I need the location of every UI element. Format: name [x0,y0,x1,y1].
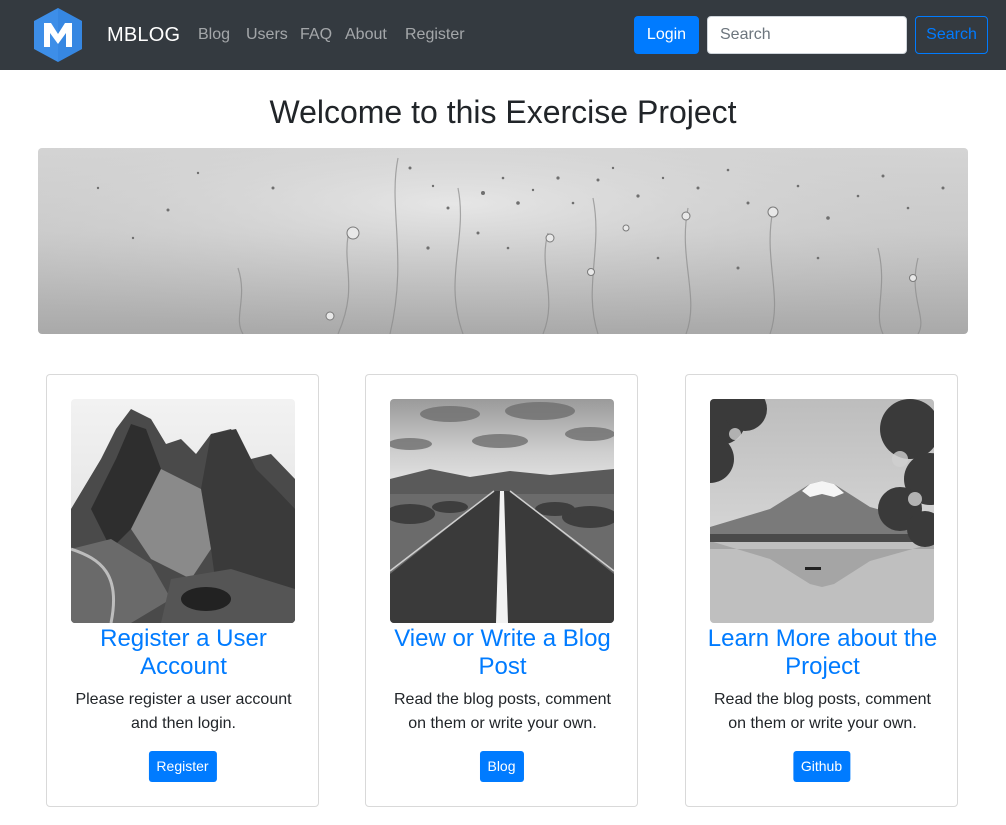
mblog-logo-icon[interactable] [31,7,85,63]
card-text: Read the blog posts, comment on them or … [713,691,931,732]
card-about: Learn More about the Project Read the bl… [685,374,958,807]
card-register: Register a User Account Please register … [46,374,319,807]
nav-link-blog[interactable]: Blog [198,26,230,44]
register-button[interactable]: Register [148,751,217,782]
card-title[interactable]: View or Write a Blog Post [376,625,629,681]
page-title: Welcome to this Exercise Project [269,94,737,130]
card-text: Please register a user account and then … [75,691,292,732]
card-text: Read the blog posts, comment on them or … [393,691,611,732]
card-image-road [390,399,614,623]
search-input[interactable] [707,16,907,54]
card-title[interactable]: Register a User Account [57,625,310,681]
login-button[interactable]: Login [634,16,699,54]
blog-button[interactable]: Blog [479,751,524,782]
nav-link-users[interactable]: Users [246,26,288,44]
search-button[interactable]: Search [915,16,988,54]
card-blog: View or Write a Blog Post Read the blog … [365,374,638,807]
nav-link-register[interactable]: Register [405,26,465,44]
card-image-mountains [71,399,295,623]
brand-name[interactable]: MBLOG [107,24,180,47]
card-image-lake-mountain [710,399,934,623]
nav-link-faq[interactable]: FAQ [300,26,332,44]
navbar: MBLOG Blog Users FAQ About Register Logi… [0,0,1006,70]
card-title[interactable]: Learn More about the Project [696,625,949,681]
nav-link-about[interactable]: About [345,26,387,44]
github-button[interactable]: Github [792,751,851,782]
banner-image [38,148,968,334]
